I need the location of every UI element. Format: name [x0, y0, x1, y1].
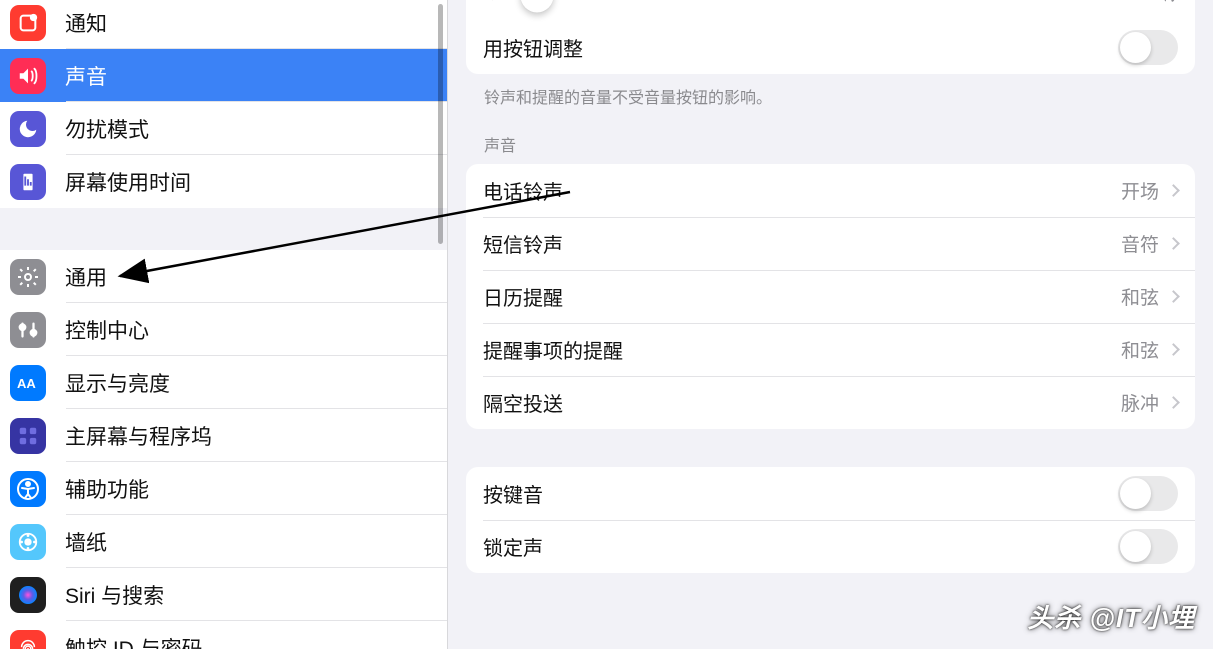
row-value: 和弦: [1121, 336, 1178, 363]
sidebar-item-screentime[interactable]: 屏幕使用时间: [0, 155, 447, 208]
sidebar-group-1: 通知 声音 勿扰模式: [0, 0, 447, 208]
row-label: 短信铃声: [483, 229, 563, 258]
sounds-section-header: 声音: [466, 108, 1195, 164]
screentime-icon: [10, 164, 46, 200]
homescreen-icon: [10, 418, 46, 454]
notifications-icon: [10, 5, 46, 41]
ringtones-card: 电话铃声 开场 短信铃声 音符 日历提醒 和弦 提醒事项的提醒 和弦 隔空投送: [466, 164, 1195, 429]
display-icon: AA: [10, 365, 46, 401]
wallpaper-icon: [10, 524, 46, 560]
ringtone-row[interactable]: 电话铃声 开场: [466, 164, 1195, 217]
sidebar-item-general[interactable]: 通用: [0, 250, 447, 303]
sidebar-item-label: 通知: [65, 8, 107, 38]
sidebar-item-label: 墙纸: [65, 527, 107, 557]
sidebar-item-label: 控制中心: [65, 315, 149, 345]
row-value: 脉冲: [1121, 389, 1178, 416]
volume-high-icon: [1153, 0, 1179, 11]
scrollbar-thumb[interactable]: [438, 4, 443, 244]
sidebar-item-touchid[interactable]: 触控 ID 与密码: [0, 621, 447, 649]
sidebar-item-display[interactable]: AA 显示与亮度: [0, 356, 447, 409]
dnd-icon: [10, 111, 46, 147]
airdrop-row[interactable]: 隔空投送 脉冲: [466, 376, 1195, 429]
settings-sidebar: 通知 声音 勿扰模式: [0, 0, 448, 649]
lock-sound-toggle[interactable]: [1118, 529, 1178, 564]
general-icon: [10, 259, 46, 295]
keyboard-clicks-row: 按键音: [466, 467, 1195, 520]
volume-slider-row: [466, 0, 1195, 21]
texttone-row[interactable]: 短信铃声 音符: [466, 217, 1195, 270]
lock-sound-row: 锁定声: [466, 520, 1195, 573]
volume-low-icon: [482, 0, 504, 9]
sidebar-item-label: 辅助功能: [65, 474, 149, 504]
row-value: 开场: [1121, 177, 1178, 204]
sidebar-item-accessibility[interactable]: 辅助功能: [0, 462, 447, 515]
control-center-icon: [10, 312, 46, 348]
sidebar-item-dnd[interactable]: 勿扰模式: [0, 102, 447, 155]
sidebar-item-label: Siri 与搜索: [65, 580, 164, 610]
watermark-text: 头杀 @IT小埋: [1027, 598, 1195, 635]
row-label: 电话铃声: [483, 176, 563, 205]
row-value: 音符: [1121, 230, 1178, 257]
sidebar-item-sound[interactable]: 声音: [0, 49, 447, 102]
accessibility-icon: [10, 471, 46, 507]
row-label: 提醒事项的提醒: [483, 335, 623, 364]
touchid-icon: [10, 630, 46, 649]
chevron-right-icon: [1167, 237, 1180, 250]
sidebar-item-control-center[interactable]: 控制中心: [0, 303, 447, 356]
sidebar-item-wallpaper[interactable]: 墙纸: [0, 515, 447, 568]
sidebar-item-label: 主屏幕与程序坞: [65, 421, 212, 451]
change-with-buttons-toggle[interactable]: [1118, 30, 1178, 65]
chevron-right-icon: [1167, 290, 1180, 303]
sidebar-item-label: 屏幕使用时间: [65, 167, 191, 197]
chevron-right-icon: [1167, 184, 1180, 197]
sidebar-item-label: 触控 ID 与密码: [65, 633, 203, 649]
sidebar-item-notifications[interactable]: 通知: [0, 0, 447, 49]
reminder-alert-row[interactable]: 提醒事项的提醒 和弦: [466, 323, 1195, 376]
sidebar-item-label: 声音: [65, 61, 107, 91]
volume-card: 用按钮调整: [466, 0, 1195, 74]
row-label: 按键音: [483, 479, 543, 508]
change-with-buttons-row: 用按钮调整: [466, 21, 1195, 74]
calendar-alert-row[interactable]: 日历提醒 和弦: [466, 270, 1195, 323]
keyboard-clicks-toggle[interactable]: [1118, 476, 1178, 511]
sidebar-group-2: 通用 控制中心 AA 显示与亮度: [0, 250, 447, 649]
key-sounds-card: 按键音 锁定声: [466, 467, 1195, 573]
volume-slider-thumb[interactable]: [520, 0, 553, 12]
sidebar-item-label: 显示与亮度: [65, 368, 170, 398]
chevron-right-icon: [1167, 343, 1180, 356]
svg-text:AA: AA: [17, 376, 36, 391]
chevron-right-icon: [1167, 396, 1180, 409]
sidebar-item-label: 勿扰模式: [65, 114, 149, 144]
row-label: 用按钮调整: [483, 33, 583, 62]
row-value: 和弦: [1121, 283, 1178, 310]
row-label: 隔空投送: [483, 388, 563, 417]
row-label: 锁定声: [483, 532, 543, 561]
sidebar-item-label: 通用: [65, 262, 107, 292]
detail-pane: 用按钮调整 铃声和提醒的音量不受音量按钮的影响。 声音 电话铃声 开场 短信铃声…: [448, 0, 1213, 649]
siri-icon: [10, 577, 46, 613]
sound-icon: [10, 58, 46, 94]
sidebar-item-siri[interactable]: Siri 与搜索: [0, 568, 447, 621]
row-label: 日历提醒: [483, 282, 563, 311]
volume-footnote: 铃声和提醒的音量不受音量按钮的影响。: [466, 74, 1195, 108]
sidebar-item-homescreen[interactable]: 主屏幕与程序坞: [0, 409, 447, 462]
